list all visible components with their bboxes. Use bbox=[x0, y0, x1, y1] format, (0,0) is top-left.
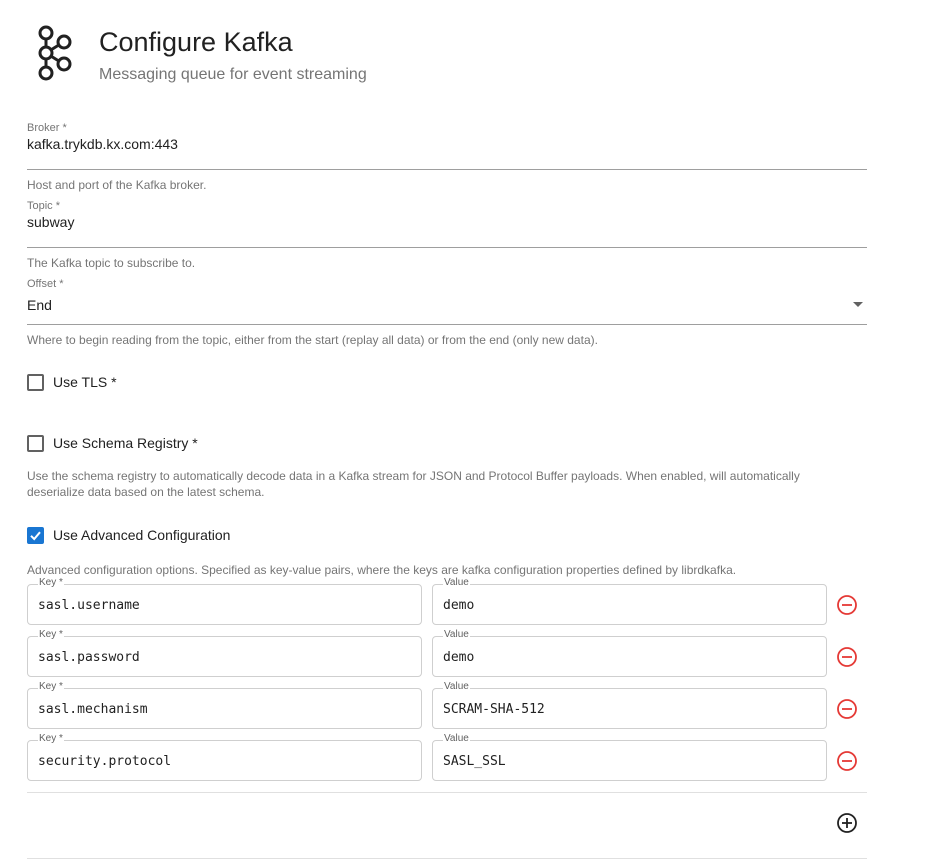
value-input[interactable]: Value demo bbox=[432, 629, 827, 677]
add-circle-icon bbox=[837, 813, 857, 833]
kafka-logo-icon bbox=[34, 24, 74, 82]
use-schema-registry-checkbox[interactable] bbox=[27, 434, 44, 452]
topic-field[interactable]: Topic * subway The Kafka topic to subscr… bbox=[27, 200, 867, 270]
use-tls-checkbox[interactable] bbox=[27, 373, 44, 391]
offset-select[interactable]: Offset * End Where to begin reading from… bbox=[27, 278, 867, 348]
schema-registry-description: Use the schema registry to automatically… bbox=[27, 469, 800, 499]
offset-label: Offset * bbox=[27, 278, 64, 290]
advanced-config-divider bbox=[27, 792, 867, 793]
value-value[interactable]: demo bbox=[443, 598, 474, 613]
offset-hint: Where to begin reading from the topic, e… bbox=[27, 333, 598, 347]
remove-row-button[interactable] bbox=[835, 645, 859, 669]
use-schema-registry-option[interactable]: Use Schema Registry * bbox=[27, 433, 198, 453]
topic-input[interactable]: subway bbox=[27, 214, 74, 230]
value-input[interactable]: Value SCRAM-SHA-512 bbox=[432, 681, 827, 729]
page-title: Configure Kafka bbox=[99, 27, 293, 57]
offset-selected-value[interactable]: End bbox=[27, 297, 52, 313]
broker-input[interactable]: kafka.trykdb.kx.com:443 bbox=[27, 136, 178, 152]
broker-underline bbox=[27, 169, 867, 170]
broker-label: Broker * bbox=[27, 122, 67, 134]
key-label: Key * bbox=[38, 733, 64, 745]
dropdown-arrow-icon[interactable] bbox=[853, 302, 863, 307]
key-value[interactable]: sasl.username bbox=[38, 598, 140, 613]
value-label: Value bbox=[443, 629, 470, 641]
kafka-config-page: Configure Kafka Messaging queue for even… bbox=[0, 0, 925, 865]
remove-circle-icon bbox=[837, 699, 857, 719]
value-label: Value bbox=[443, 681, 470, 693]
value-input[interactable]: Value demo bbox=[432, 577, 827, 625]
use-advanced-configuration-option[interactable]: Use Advanced Configuration bbox=[27, 525, 230, 545]
key-input[interactable]: Key * security.protocol bbox=[27, 733, 422, 781]
remove-row-button[interactable] bbox=[835, 593, 859, 617]
value-value[interactable]: SASL_SSL bbox=[443, 754, 506, 769]
remove-circle-icon bbox=[837, 751, 857, 771]
remove-row-button[interactable] bbox=[835, 749, 859, 773]
key-value[interactable]: sasl.mechanism bbox=[38, 702, 148, 717]
advanced-config-row: Key * sasl.username Value demo bbox=[27, 577, 867, 627]
key-input[interactable]: Key * sasl.username bbox=[27, 577, 422, 625]
value-label: Value bbox=[443, 733, 470, 745]
use-tls-option[interactable]: Use TLS * bbox=[27, 372, 117, 392]
topic-label: Topic * bbox=[27, 200, 61, 212]
key-label: Key * bbox=[38, 577, 64, 589]
broker-hint: Host and port of the Kafka broker. bbox=[27, 178, 207, 192]
broker-field[interactable]: Broker * kafka.trykdb.kx.com:443 Host an… bbox=[27, 122, 867, 192]
add-row-button[interactable] bbox=[835, 811, 859, 835]
topic-hint: The Kafka topic to subscribe to. bbox=[27, 256, 196, 270]
advanced-config-row: Key * security.protocol Value SASL_SSL bbox=[27, 733, 867, 783]
offset-underline bbox=[27, 324, 867, 325]
key-input[interactable]: Key * sasl.mechanism bbox=[27, 681, 422, 729]
topic-underline bbox=[27, 247, 867, 248]
use-schema-registry-label[interactable]: Use Schema Registry * bbox=[53, 435, 198, 451]
value-value[interactable]: demo bbox=[443, 650, 474, 665]
remove-row-button[interactable] bbox=[835, 697, 859, 721]
key-value[interactable]: sasl.password bbox=[38, 650, 140, 665]
advanced-configuration-description: Advanced configuration options. Specifie… bbox=[27, 563, 737, 577]
advanced-config-row: Key * sasl.mechanism Value SCRAM-SHA-512 bbox=[27, 681, 867, 731]
key-label: Key * bbox=[38, 629, 64, 641]
key-value[interactable]: security.protocol bbox=[38, 754, 171, 769]
bottom-divider bbox=[27, 858, 867, 859]
use-advanced-configuration-label[interactable]: Use Advanced Configuration bbox=[53, 527, 230, 543]
use-advanced-configuration-checkbox[interactable] bbox=[27, 526, 44, 544]
key-label: Key * bbox=[38, 681, 64, 693]
use-tls-label[interactable]: Use TLS * bbox=[53, 374, 117, 390]
value-label: Value bbox=[443, 577, 470, 589]
remove-circle-icon bbox=[837, 647, 857, 667]
advanced-config-row: Key * sasl.password Value demo bbox=[27, 629, 867, 679]
remove-circle-icon bbox=[837, 595, 857, 615]
key-input[interactable]: Key * sasl.password bbox=[27, 629, 422, 677]
page-subtitle: Messaging queue for event streaming bbox=[99, 66, 367, 83]
value-value[interactable]: SCRAM-SHA-512 bbox=[443, 702, 545, 717]
value-input[interactable]: Value SASL_SSL bbox=[432, 733, 827, 781]
check-icon bbox=[30, 531, 41, 540]
